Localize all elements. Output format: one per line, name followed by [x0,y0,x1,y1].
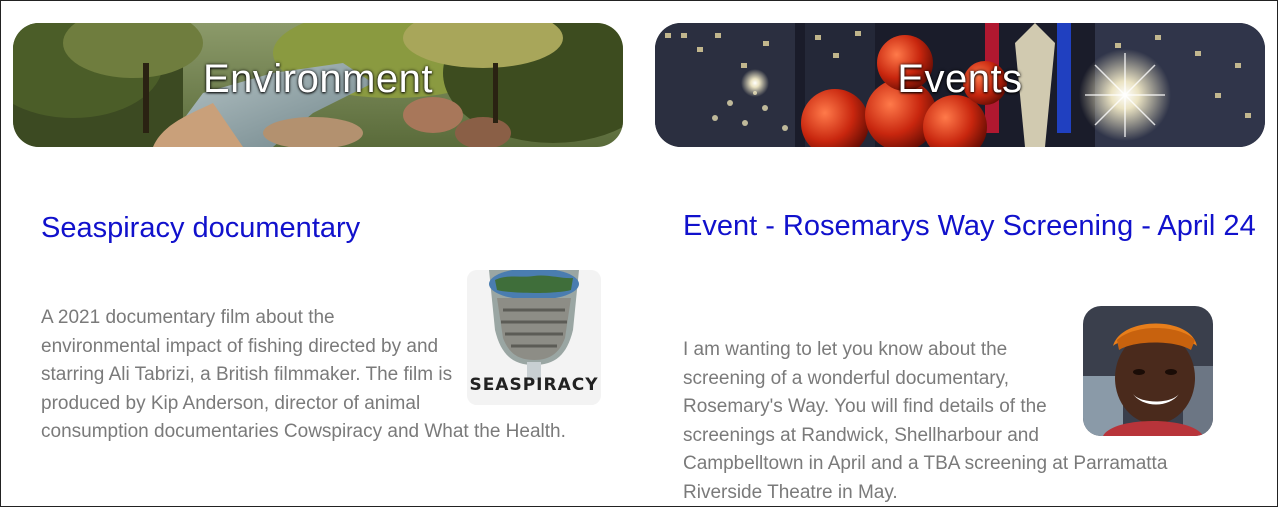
rosemarys-way-post-body: I am wanting to let you know about the s… [683,306,1223,506]
events-banner[interactable]: Events [655,23,1265,147]
seaspiracy-post-body: SEASPIRACY A 2021 documentary film about… [41,270,601,447]
rosemary-portrait-image [1083,306,1213,436]
seaspiracy-poster-thumbnail[interactable]: SEASPIRACY [467,270,601,405]
events-banner-title: Events [897,57,1023,101]
environment-banner[interactable]: Environment [13,23,623,147]
seaspiracy-post-title-link[interactable]: Seaspiracy documentary [41,211,601,245]
environment-banner-title: Environment [202,57,434,101]
seaspiracy-poster-word: SEASPIRACY [469,374,599,395]
rosemary-portrait-thumbnail[interactable] [1083,306,1213,436]
rosemarys-way-post-title-link[interactable]: Event - Rosemarys Way Screening - April … [683,209,1263,243]
page-frame: Environment Seaspiracy documentary SEASP… [0,0,1278,507]
